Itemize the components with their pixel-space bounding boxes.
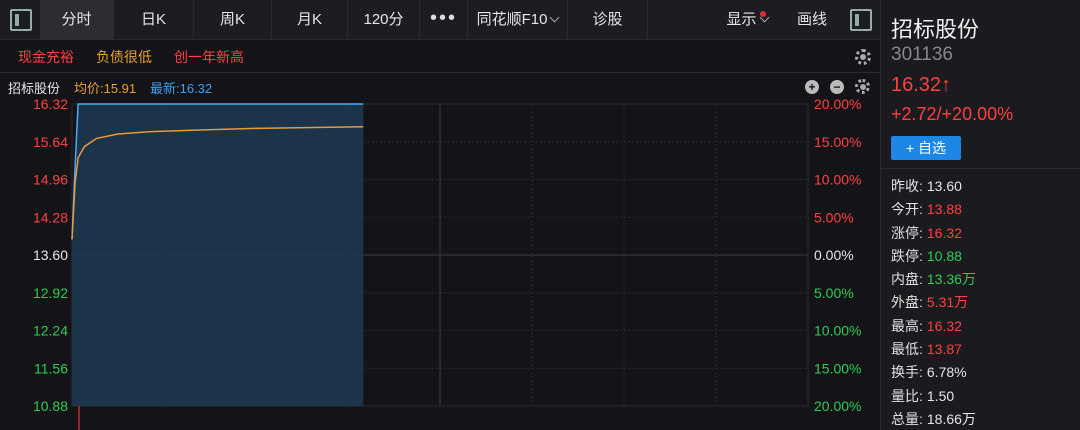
tag-low-debt[interactable]: 负债很低 xyxy=(96,47,152,67)
right-tick-label: 15.00% xyxy=(814,360,861,376)
price-area-fill xyxy=(72,104,364,406)
left-tick-label: 15.64 xyxy=(33,134,68,150)
stat-row: 涨停: 16.32 xyxy=(891,223,976,246)
stat-value: 18.66万 xyxy=(926,410,976,427)
intraday-chart[interactable]: 16.32 20.00% 15.64 15.00% 14.96 10.00% 14.28 5.… xyxy=(0,98,880,430)
notification-dot xyxy=(760,11,766,17)
stat-key: 换手: xyxy=(891,364,923,381)
stat-value: 1.50 xyxy=(926,387,955,404)
chart-stock-name: 招标股份 xyxy=(8,81,61,96)
stock-stats-list: 昨收: 13.60 今开: 13.88 涨停: 16.32 跌停: 10.88 内盘: 13.36… xyxy=(891,176,976,430)
stat-key: 昨收: xyxy=(891,178,923,194)
right-tick-label: 10.00% xyxy=(814,172,861,188)
right-tick-label: 10.00% xyxy=(814,323,861,339)
right-tick-label: 0.00% xyxy=(814,247,854,263)
latest-price-label: 最新:16.32 xyxy=(150,81,213,96)
tab-daily-k[interactable]: 日K xyxy=(114,0,194,40)
stat-row: 最高: 16.32 xyxy=(891,316,976,339)
diagnose-button[interactable]: 诊股 xyxy=(568,0,648,40)
stat-row: 总量: 18.66万 xyxy=(891,409,976,430)
stock-code: 301136 xyxy=(891,44,953,65)
left-tick-label: 12.92 xyxy=(33,285,68,301)
stock-price: 16.32↑ xyxy=(891,74,952,96)
right-panel-toggle-icon[interactable] xyxy=(850,9,872,31)
right-tick-label: 5.00% xyxy=(814,285,854,301)
left-tick-label: 13.60 xyxy=(33,247,68,263)
stat-value: 13.87 xyxy=(926,341,962,358)
stat-value: 16.32 xyxy=(926,224,962,241)
right-tick-label: 5.00% xyxy=(814,209,854,225)
tab-120min[interactable]: 120分 xyxy=(348,0,420,40)
more-menu-button[interactable]: ••• xyxy=(420,0,468,40)
stat-row: 最低: 13.87 xyxy=(891,339,976,362)
stat-row: 换手: 6.78% xyxy=(891,362,976,385)
stat-key: 最低: xyxy=(891,341,923,358)
gear-icon[interactable] xyxy=(855,79,870,94)
stat-value: 5.31万 xyxy=(926,294,969,311)
stat-value: 13.60 xyxy=(926,178,962,194)
stat-value: 16.32 xyxy=(926,317,962,334)
stat-value: 13.36万 xyxy=(926,271,976,288)
stat-key: 涨停: xyxy=(891,224,923,241)
chevron-down-icon xyxy=(549,12,560,23)
right-tick-label: 20.00% xyxy=(814,98,861,112)
display-dropdown[interactable]: 显示 xyxy=(712,0,782,40)
chart-toolbar: 分时 日K 周K 月K 120分 ••• 同花顺F10 诊股 显示 画线 xyxy=(0,0,880,40)
left-panel-toggle-icon[interactable] xyxy=(10,9,32,31)
left-tick-label: 12.24 xyxy=(33,323,68,339)
stock-change: +2.72/+20.00% xyxy=(891,104,1014,124)
chart-header: 招标股份 均价:15.91 最新:16.32 xyxy=(0,74,880,98)
stat-key: 内盘: xyxy=(891,271,923,288)
display-label: 显示 xyxy=(726,11,757,28)
zoom-out-icon[interactable]: − xyxy=(830,80,844,94)
stat-row: 跌停: 10.88 xyxy=(891,246,976,269)
stat-key: 今开: xyxy=(891,201,923,218)
stat-value: 6.78% xyxy=(926,364,967,381)
stat-row: 内盘: 13.36万 xyxy=(891,269,976,292)
tag-year-high[interactable]: 创一年新高 xyxy=(174,47,244,67)
f10-dropdown[interactable]: 同花顺F10 xyxy=(468,0,568,40)
stock-name: 招标股份 xyxy=(891,17,980,42)
stat-key: 总量: xyxy=(891,410,923,427)
avg-price-label: 均价:15.91 xyxy=(74,81,137,96)
tag-cash-rich[interactable]: 现金充裕 xyxy=(18,47,74,67)
tab-monthly-k[interactable]: 月K xyxy=(272,0,348,40)
gear-icon[interactable] xyxy=(855,49,871,65)
stock-tags-row: 现金充裕 负债很低 创一年新高 xyxy=(0,41,880,73)
stat-value: 10.88 xyxy=(926,247,962,264)
stat-row: 昨收: 13.60 xyxy=(891,176,976,199)
tab-weekly-k[interactable]: 周K xyxy=(194,0,272,40)
left-tick-label: 14.96 xyxy=(33,172,68,188)
stock-info-panel: 招标股份 301136 16.32↑ +2.72/+20.00% + 自选 昨收… xyxy=(880,0,1080,430)
stat-row: 今开: 13.88 xyxy=(891,199,976,222)
tab-intraday[interactable]: 分时 xyxy=(40,0,114,40)
stat-key: 量比: xyxy=(891,387,923,404)
left-tick-label: 11.56 xyxy=(34,360,68,376)
f10-label: 同花顺F10 xyxy=(476,11,548,28)
draw-line-button[interactable]: 画线 xyxy=(782,0,842,40)
right-tick-label: 15.00% xyxy=(814,134,861,150)
right-tick-label: 20.00% xyxy=(814,398,861,414)
stat-row: 外盘: 5.31万 xyxy=(891,292,976,315)
left-tick-label: 10.88 xyxy=(33,398,68,414)
add-to-watchlist-button[interactable]: + 自选 xyxy=(891,136,961,160)
stat-key: 最高: xyxy=(891,317,923,334)
zoom-in-icon[interactable]: + xyxy=(805,80,819,94)
left-tick-label: 16.32 xyxy=(33,98,68,112)
left-tick-label: 14.28 xyxy=(33,209,68,225)
panel-divider xyxy=(881,168,1080,169)
stat-key: 外盘: xyxy=(891,294,923,311)
stat-value: 13.88 xyxy=(926,201,962,218)
stat-row: 量比: 1.50 xyxy=(891,386,976,409)
stat-key: 跌停: xyxy=(891,247,923,264)
